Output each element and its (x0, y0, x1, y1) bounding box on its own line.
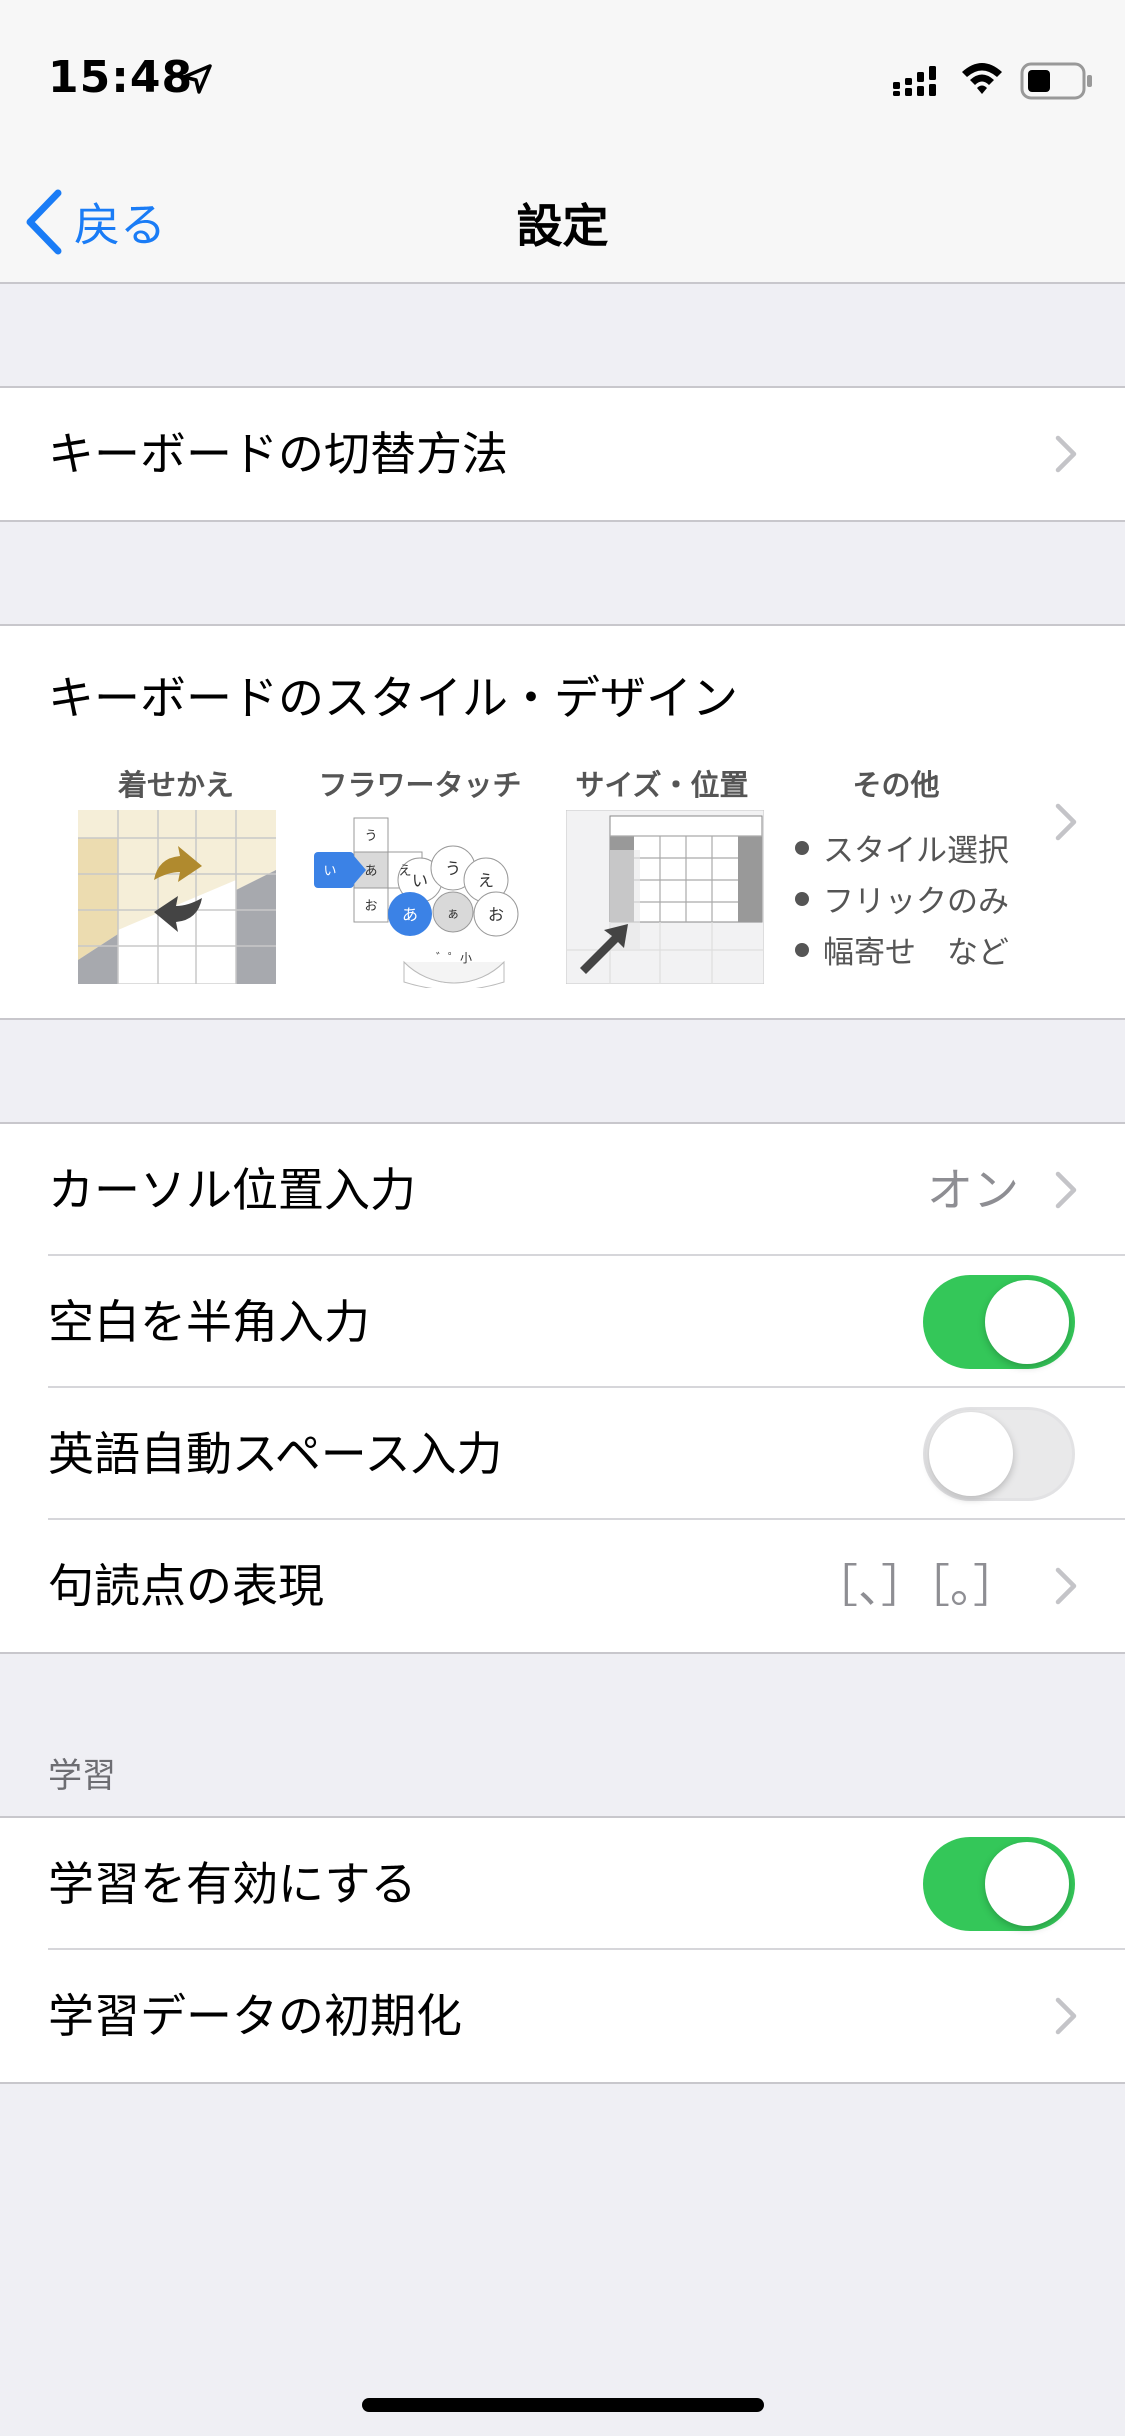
flower-key: え (478, 871, 494, 890)
flower-key: お (488, 905, 504, 924)
chevron-right-icon (1055, 1997, 1077, 2035)
keyboard-switch-group: キーボードの切替方法 (0, 386, 1125, 522)
input-settings-group: カーソル位置入力 オン 空白を半角入力 英語自動スペース入力 句読点の表現 ［、… (0, 1122, 1125, 1654)
punctuation-row[interactable]: 句読点の表現 ［、］［。］ (0, 1520, 1125, 1652)
flower-touch-preview-label: フラワータッチ (318, 768, 522, 802)
flower-key: え (398, 864, 411, 879)
list-item: フリックのみ (795, 873, 1009, 924)
chevron-right-icon (1055, 435, 1077, 473)
chevron-right-icon (1055, 1171, 1077, 1209)
theme-preview-label: 着せかえ (117, 768, 234, 802)
flower-key: い (412, 871, 428, 890)
learning-reset-row[interactable]: 学習データの初期化 (0, 1950, 1125, 2082)
other-preview-label: その他 (852, 768, 940, 802)
halfwidth-space-label: 空白を半角入力 (48, 1295, 370, 1349)
toggle-knob (985, 1842, 1069, 1926)
chevron-right-icon (1055, 803, 1077, 841)
flower-key: あ (364, 864, 377, 879)
flower-key: ぁ (446, 907, 459, 922)
learning-enable-row: 学習を有効にする (0, 1818, 1125, 1950)
location-arrow-icon (182, 64, 212, 94)
bullet-icon (795, 891, 809, 906)
toggle-knob (929, 1412, 1013, 1496)
page-title: 設定 (516, 199, 609, 253)
halfwidth-space-toggle[interactable] (923, 1275, 1075, 1369)
list-item: 幅寄せ など (795, 924, 1009, 975)
learning-group: 学習を有効にする 学習データの初期化 (0, 1816, 1125, 2084)
english-auto-space-row: 英語自動スペース入力 (0, 1388, 1125, 1520)
punctuation-label: 句読点の表現 (48, 1559, 324, 1613)
flower-key: お (364, 899, 377, 914)
list-item: スタイル選択 (795, 822, 1009, 873)
flower-key: う (445, 859, 461, 878)
cellular-signal-icon (893, 66, 936, 96)
cursor-input-value: オン (927, 1163, 1019, 1217)
navigation-bar: 戻る 設定 (0, 160, 1125, 284)
bullet-icon (795, 942, 809, 957)
cursor-input-row[interactable]: カーソル位置入力 オン (0, 1124, 1125, 1256)
halfwidth-space-row: 空白を半角入力 (0, 1256, 1125, 1388)
flower-touch-preview-thumbnail: う い あ え お う い え あ ぁ お ゛゜小 (314, 817, 519, 988)
keyboard-switch-row[interactable]: キーボードの切替方法 (0, 388, 1125, 520)
other-options-list: スタイル選択 フリックのみ 幅寄せ など (795, 822, 1009, 975)
flower-key: い (323, 864, 336, 879)
learning-reset-label: 学習データの初期化 (48, 1989, 462, 2043)
chevron-right-icon (1055, 1567, 1077, 1605)
battery-icon (1020, 62, 1092, 100)
english-auto-space-toggle[interactable] (923, 1407, 1075, 1501)
learning-enable-toggle[interactable] (923, 1837, 1075, 1931)
size-position-preview-thumbnail (566, 810, 764, 984)
style-design-label: キーボードのスタイル・デザイン (48, 671, 738, 725)
toggle-knob (985, 1280, 1069, 1364)
wifi-icon (962, 63, 1002, 94)
theme-preview-thumbnail (78, 810, 276, 984)
home-indicator[interactable] (362, 2398, 764, 2412)
punctuation-value: ［、］［。］ (812, 1559, 1019, 1613)
learning-section-header: 学習 (48, 1756, 116, 1796)
learning-enable-label: 学習を有効にする (48, 1857, 417, 1911)
keyboard-switch-label: キーボードの切替方法 (48, 427, 508, 481)
status-time: 15:48 (48, 52, 194, 103)
cursor-input-label: カーソル位置入力 (48, 1163, 416, 1217)
english-auto-space-label: 英語自動スペース入力 (48, 1427, 503, 1481)
bullet-icon (795, 840, 809, 855)
flower-key: あ (402, 905, 418, 924)
flower-key: ゛゜小 (436, 951, 472, 965)
status-bar: 15:48 (0, 0, 1125, 160)
size-position-preview-label: サイズ・位置 (575, 768, 749, 802)
flower-key: う (364, 829, 377, 844)
